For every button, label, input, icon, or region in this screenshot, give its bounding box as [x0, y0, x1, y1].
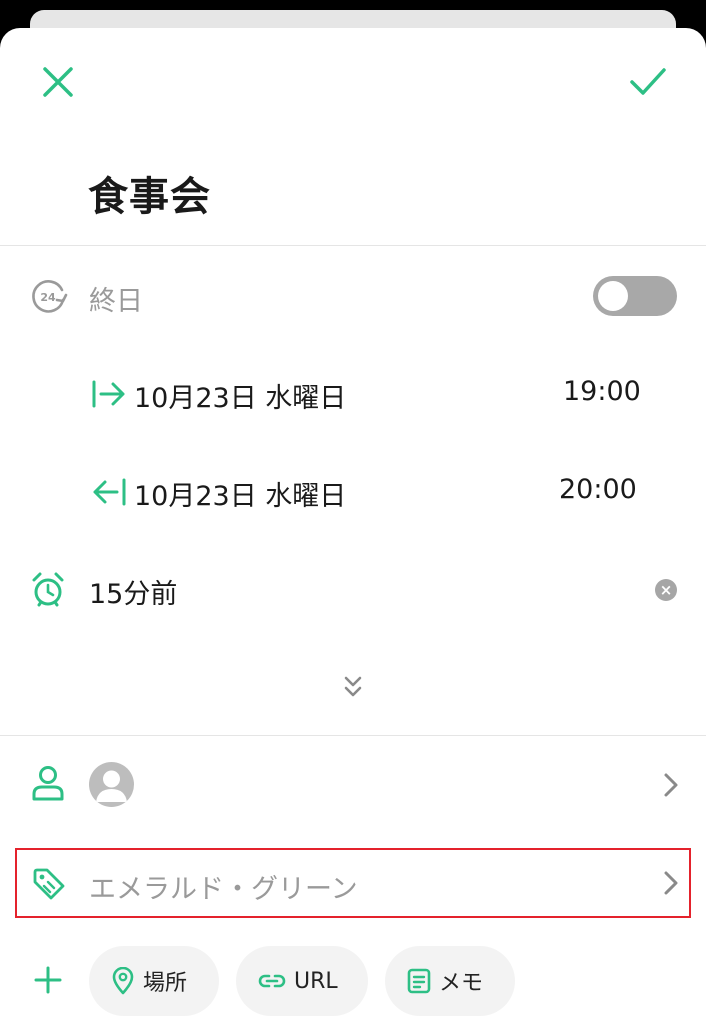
end-arrow-icon — [91, 477, 127, 507]
location-chip[interactable]: 場所 — [89, 946, 219, 1016]
location-label: 場所 — [143, 971, 188, 996]
memo-chip[interactable]: メモ — [385, 946, 515, 1016]
start-time[interactable]: 19:00 — [563, 376, 641, 407]
avatar[interactable] — [89, 762, 134, 807]
reminder-label[interactable]: 15分前 — [89, 572, 177, 611]
location-pin-icon — [111, 967, 135, 995]
alarm-icon — [30, 571, 66, 609]
toggle-knob — [598, 281, 628, 311]
clear-icon[interactable]: × — [655, 579, 677, 601]
divider — [0, 245, 706, 246]
check-icon[interactable] — [628, 64, 668, 98]
color-label[interactable]: エメラルド・グリーン — [89, 867, 358, 906]
person-icon — [30, 765, 66, 803]
all-day-toggle[interactable] — [593, 276, 677, 316]
all-day-24h-icon: 24 — [30, 278, 68, 316]
chevron-right-icon[interactable] — [663, 870, 679, 896]
event-title[interactable]: 食事会 — [88, 164, 211, 222]
start-date[interactable]: 10月23日 水曜日 — [134, 376, 346, 415]
end-time[interactable]: 20:00 — [559, 474, 637, 505]
end-date[interactable]: 10月23日 水曜日 — [134, 474, 346, 513]
note-icon — [407, 968, 431, 994]
event-edit-sheet: 食事会 24 終日 10月23日 水曜日 19:00 10月23日 水曜日 20… — [0, 28, 706, 1024]
all-day-label: 終日 — [89, 286, 143, 317]
memo-label: メモ — [439, 971, 484, 996]
url-label: URL — [294, 968, 338, 994]
link-icon — [258, 971, 286, 991]
url-chip[interactable]: URL — [236, 946, 368, 1016]
svg-text:24: 24 — [40, 291, 56, 304]
add-icon[interactable] — [33, 965, 63, 995]
expand-double-chevron-icon[interactable] — [342, 674, 364, 700]
divider — [0, 735, 706, 736]
chevron-right-icon[interactable] — [663, 772, 679, 798]
start-arrow-icon — [91, 379, 127, 409]
close-icon[interactable] — [40, 64, 76, 100]
tag-icon — [31, 866, 67, 902]
